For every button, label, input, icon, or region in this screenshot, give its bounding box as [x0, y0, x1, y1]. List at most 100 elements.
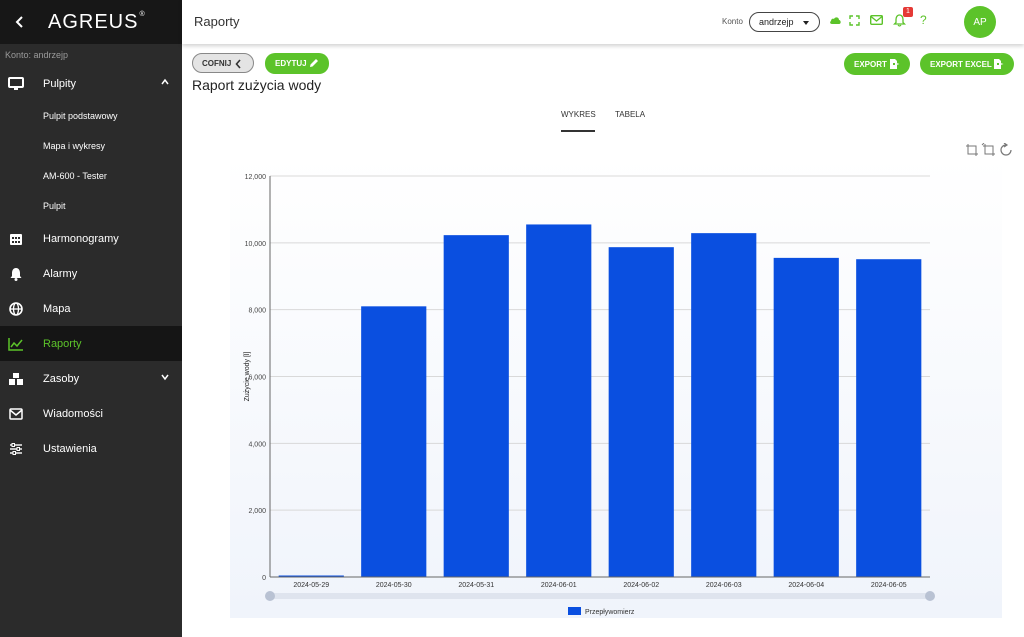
back-button-label: COFNIJ: [202, 58, 232, 68]
zoom-select-icon[interactable]: [966, 144, 978, 156]
sidebar-item-harmonogramy[interactable]: Harmonogramy: [0, 221, 182, 256]
y-tick-label: 12,000: [245, 174, 267, 181]
sidebar-subitem-pulpit-podstawowy[interactable]: Pulpit podstawowy: [0, 101, 182, 131]
y-tick-label: 0: [262, 575, 266, 582]
zoom-slider-left-handle: [265, 591, 275, 601]
edit-button[interactable]: EDYTUJ: [265, 53, 329, 74]
bar: [361, 306, 427, 577]
y-axis-label: Zużycie wody [l]: [244, 352, 251, 402]
chart-area: 0 2,000 4,000 6,000 8,000 10,000 12,000 Zużycie…: [230, 156, 1002, 618]
mail-icon[interactable]: [870, 15, 883, 25]
zoom-slider-right-handle: [925, 591, 935, 601]
main-content: COFNIJ EDYTUJ EXPORT EXPORT EXCEL Raport…: [182, 44, 1024, 637]
x-tick-label: 2024-05-29: [293, 582, 329, 589]
sidebar-item-label: Ustawienia: [43, 442, 97, 455]
back-button[interactable]: COFNIJ: [192, 53, 254, 73]
bar: [443, 235, 509, 577]
sidebar-subitem-am-600-tester[interactable]: AM-600 - Tester: [0, 161, 182, 191]
x-tick-label: 2024-05-30: [376, 582, 412, 589]
cloud-icon[interactable]: [829, 16, 842, 25]
x-tick-label: 2024-05-31: [458, 582, 494, 589]
help-icon[interactable]: ?: [920, 13, 927, 27]
caret-down-icon: [803, 21, 809, 25]
sidebar-item-raporty[interactable]: Raporty: [0, 326, 182, 361]
chevron-left-icon: [15, 16, 23, 28]
bar: [856, 259, 922, 577]
chevron-left-icon: [235, 59, 241, 69]
fullscreen-icon[interactable]: [849, 15, 860, 26]
sidebar-item-ustawienia[interactable]: Ustawienia: [0, 431, 182, 466]
bell-icon: [0, 267, 32, 281]
sidebar-item-label: Pulpity: [43, 77, 77, 90]
y-tick-label: 4,000: [248, 441, 266, 448]
sidebar-item-label: Wiadomości: [43, 407, 103, 420]
logo-registered-mark: ®: [139, 10, 146, 18]
sidebar-item-label: Raporty: [43, 337, 82, 350]
sidebar-item-pulpity[interactable]: Pulpity: [0, 66, 182, 101]
calendar-icon: [0, 232, 32, 246]
bar: [608, 247, 674, 577]
konto-value: andrzejp: [759, 17, 794, 27]
sidebar-item-label: Harmonogramy: [43, 232, 119, 245]
export-button-label: EXPORT: [854, 59, 887, 69]
zoom-slider-track: [270, 593, 930, 599]
chart-line-icon: [0, 337, 32, 351]
bar-chart: 0 2,000 4,000 6,000 8,000 10,000 12,000 Zużycie…: [244, 174, 935, 616]
zoom-reset-icon[interactable]: [981, 142, 995, 156]
sidebar-item-label: Zasoby: [43, 372, 80, 385]
user-avatar[interactable]: AP: [964, 6, 996, 38]
app-root: AGREUS® Konto: andrzejp Pulpity Pulpit p…: [0, 0, 1024, 637]
sidebar: AGREUS® Konto: andrzejp Pulpity Pulpit p…: [0, 0, 182, 637]
x-tick-label: 2024-06-01: [541, 582, 577, 589]
notification-badge: 1: [903, 7, 913, 17]
bar: [526, 224, 592, 577]
file-export-icon: [994, 59, 1004, 69]
x-tick-label: 2024-06-05: [871, 582, 907, 589]
logo-text: AGREUS: [48, 10, 139, 33]
y-tick-label: 8,000: [248, 308, 266, 315]
legend-swatch: [568, 607, 581, 615]
sidebar-header: AGREUS®: [0, 0, 182, 44]
x-tick-label: 2024-06-03: [706, 582, 742, 589]
y-tick-label: 10,000: [245, 241, 267, 248]
sidebar-item-zasoby[interactable]: Zasoby: [0, 361, 182, 396]
bar: [773, 257, 839, 577]
edit-button-label: EDYTUJ: [275, 59, 307, 68]
x-tick-label: 2024-06-02: [623, 582, 659, 589]
chevron-up-icon: [161, 78, 169, 85]
restore-icon[interactable]: [1000, 142, 1012, 156]
sidebar-item-mapa[interactable]: Mapa: [0, 291, 182, 326]
tab-wykres[interactable]: WYKRES: [561, 110, 596, 132]
sidebar-item-wiadomosci[interactable]: Wiadomości: [0, 396, 182, 431]
export-excel-button[interactable]: EXPORT EXCEL: [920, 53, 1014, 75]
konto-label: Konto: [722, 17, 743, 26]
collapse-sidebar-button[interactable]: [0, 0, 40, 44]
x-tick-label: 2024-06-04: [788, 582, 824, 589]
export-button[interactable]: EXPORT: [844, 53, 910, 75]
sidebar-item-label: Alarmy: [43, 267, 78, 280]
agreus-logo: AGREUS®: [48, 11, 146, 34]
export-excel-button-label: EXPORT EXCEL: [930, 59, 992, 69]
monitor-icon: [0, 76, 32, 91]
sidebar-subitem-pulpit[interactable]: Pulpit: [0, 191, 182, 221]
topbar-title: Raporty: [194, 14, 240, 29]
sliders-icon: [0, 442, 32, 456]
sidebar-item-label: Mapa: [43, 302, 71, 315]
file-export-icon: [890, 59, 900, 69]
sidebar-subitem-mapa-i-wykresy[interactable]: Mapa i wykresy: [0, 131, 182, 161]
konto-select[interactable]: andrzejp: [749, 12, 820, 32]
y-tick-label: 2,000: [248, 508, 266, 515]
envelope-icon: [0, 407, 32, 420]
sidebar-item-alarmy[interactable]: Alarmy: [0, 256, 182, 291]
top-bar: Raporty Konto andrzejp 1 ? AP: [182, 0, 1024, 44]
pencil-icon: [310, 59, 318, 67]
account-label: Konto: andrzejp: [5, 50, 69, 60]
bar: [691, 233, 757, 577]
legend-label: Przepływomierz: [585, 609, 635, 616]
boxes-icon: [0, 372, 32, 386]
page-title: Raport zużycia wody: [192, 77, 322, 93]
tab-tabela[interactable]: TABELA: [615, 110, 651, 132]
chevron-down-icon: [161, 374, 169, 381]
y-tick-label: 6,000: [248, 375, 266, 382]
globe-icon: [0, 301, 32, 316]
